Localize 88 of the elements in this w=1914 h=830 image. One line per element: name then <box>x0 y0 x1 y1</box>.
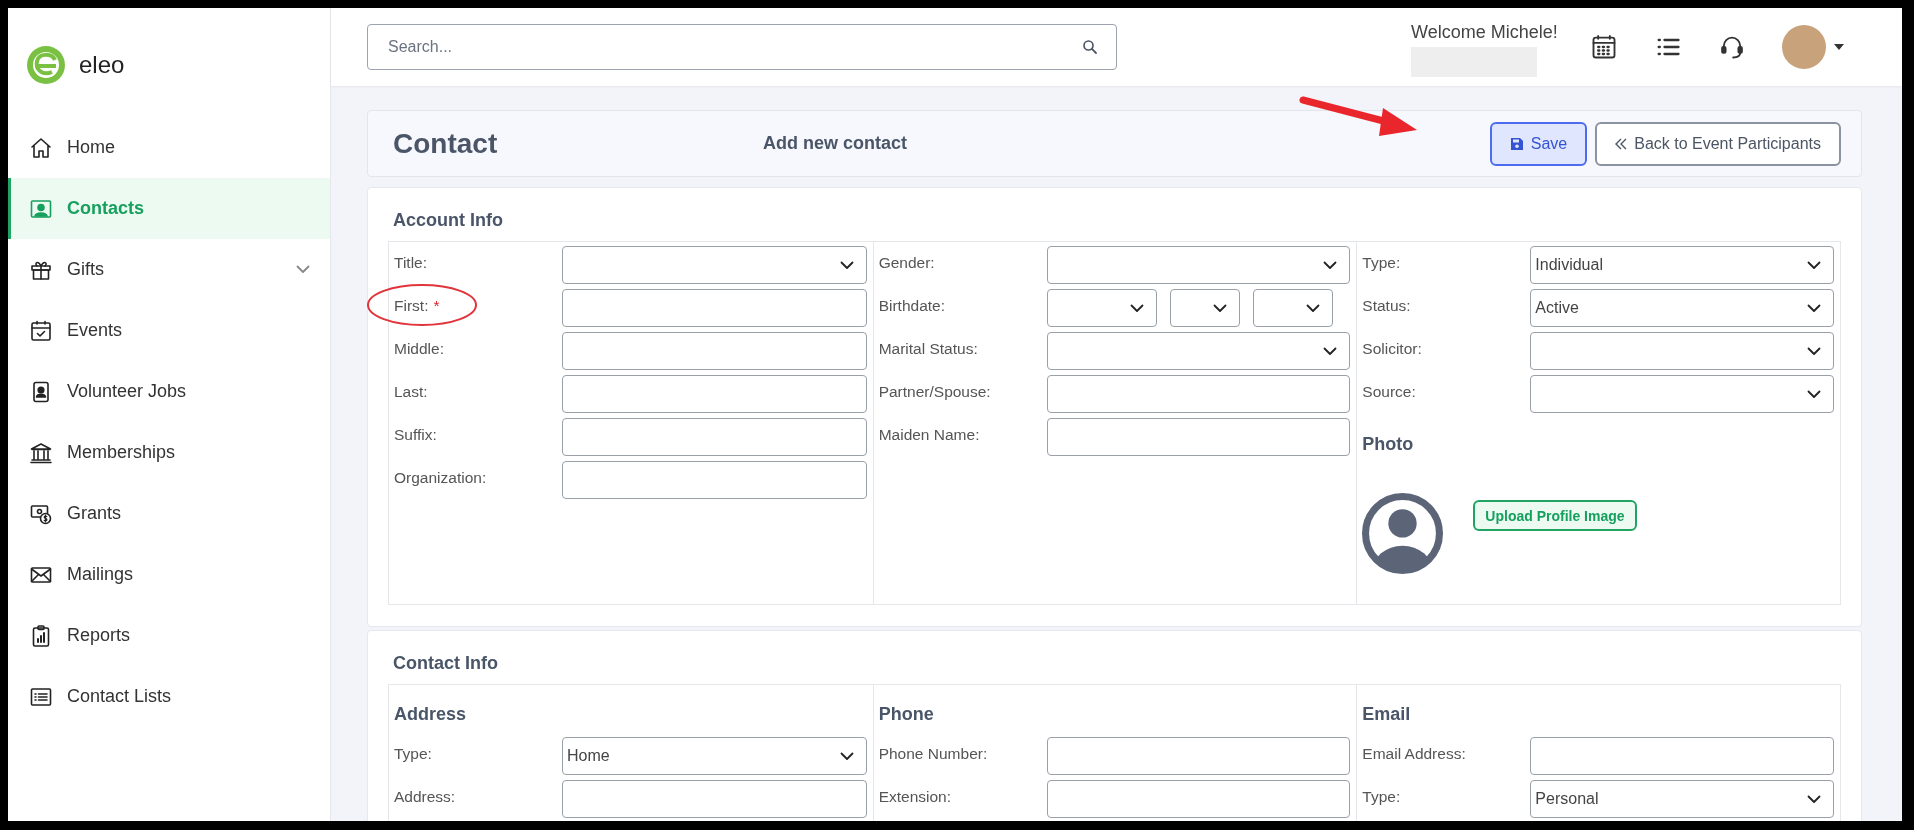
chevron-down-icon <box>839 260 854 270</box>
sidebar-item[interactable]: Contact Lists <box>8 666 330 727</box>
sidebar-item[interactable]: Reports <box>8 605 330 666</box>
save-button[interactable]: Save <box>1489 121 1588 166</box>
sidebar-item[interactable]: Grants <box>8 483 330 544</box>
field-label: Address: <box>394 788 456 806</box>
text-input[interactable] <box>562 332 867 370</box>
field-label: Source: <box>1362 383 1416 401</box>
select-field[interactable] <box>562 246 867 284</box>
avatar[interactable] <box>1781 25 1826 69</box>
double-chevron-left-icon <box>1615 137 1628 150</box>
field-label: Type: <box>394 745 432 763</box>
column-heading: Email <box>1362 704 1412 725</box>
sidebar-item[interactable]: Home <box>8 117 330 178</box>
field-label: Extension: <box>878 788 952 806</box>
select-field[interactable] <box>1530 375 1834 413</box>
column-heading: Address <box>394 704 468 725</box>
page-title: Contact <box>393 127 499 160</box>
field-label: Email Address: <box>1362 745 1466 763</box>
brand-name: eleo <box>79 51 125 79</box>
field-label: Maiden Name: <box>878 426 980 444</box>
text-input[interactable] <box>1046 418 1351 456</box>
chevron-down-icon <box>1212 303 1227 313</box>
field-label: Type: <box>1362 788 1401 806</box>
sidebar-item[interactable]: Gifts <box>8 239 330 300</box>
select-field[interactable]: Active <box>1530 289 1834 327</box>
select-field[interactable] <box>1046 332 1351 370</box>
chevron-down-icon <box>1807 389 1821 399</box>
caret-icon[interactable] <box>1833 44 1844 50</box>
calendar-check-icon <box>29 318 53 343</box>
select-field[interactable] <box>1169 289 1240 327</box>
chevron-down-icon <box>1323 260 1338 270</box>
text-input[interactable] <box>562 418 867 456</box>
field-label: Marital Status: <box>878 340 978 358</box>
user-avatar-icon <box>1362 493 1444 574</box>
select-field[interactable] <box>1252 289 1333 327</box>
field-label: Birthdate: <box>878 297 945 315</box>
field-label: Status: <box>1362 297 1411 315</box>
text-input[interactable] <box>1046 780 1351 818</box>
field-label: Title: <box>394 254 427 272</box>
field-label: Partner/Spouse: <box>878 383 991 401</box>
chevron-down-icon <box>1305 303 1320 313</box>
text-input[interactable] <box>1046 375 1351 413</box>
column-heading: Phone <box>878 704 935 725</box>
page-subtitle: Add new contact <box>763 133 907 154</box>
section-heading: Account Info <box>393 210 504 231</box>
field-label: Suffix: <box>394 426 437 444</box>
field-label: Middle: <box>394 340 444 358</box>
field-label: Organization: <box>394 469 487 487</box>
section-heading: Contact Info <box>393 653 499 674</box>
search-field[interactable]: Search... <box>367 24 1117 70</box>
sidebar-item[interactable]: Mailings <box>8 544 330 605</box>
select-field[interactable] <box>1046 289 1157 327</box>
chevron-down-icon <box>1807 794 1821 804</box>
field-label: Last: <box>394 383 428 401</box>
select-field[interactable]: Individual <box>1530 246 1834 284</box>
select-field[interactable]: Home <box>562 737 867 775</box>
chevron-down-icon <box>839 751 854 761</box>
bank-building-icon <box>29 440 53 465</box>
logo-icon <box>25 44 67 86</box>
chevron-down-icon <box>1807 303 1821 313</box>
select-field[interactable]: Personal <box>1530 780 1834 818</box>
back-button[interactable]: Back to Event Participants <box>1595 121 1841 166</box>
field-label: Phone Number: <box>878 745 988 763</box>
text-input[interactable] <box>562 375 867 413</box>
text-input[interactable] <box>562 461 867 499</box>
text-input[interactable] <box>562 780 867 818</box>
sidebar-item[interactable]: Events <box>8 300 330 361</box>
field-label: Type: <box>1362 254 1401 272</box>
chevron-down-icon <box>1129 303 1144 313</box>
field-label: Solicitor: <box>1362 340 1422 358</box>
search-icon <box>1081 38 1099 56</box>
text-input[interactable] <box>1046 737 1351 775</box>
welcome-text: Welcome Michele! <box>1411 22 1558 43</box>
chevron-down-icon <box>1807 346 1821 356</box>
chevron-down-icon <box>1807 260 1821 270</box>
chevron-down-icon <box>1323 346 1338 356</box>
field-label: First: <box>394 297 429 315</box>
select-field[interactable] <box>1530 332 1834 370</box>
select-field[interactable] <box>1046 246 1351 284</box>
photo-heading: Photo <box>1362 434 1415 455</box>
sidebar-item[interactable]: Volunteer Jobs <box>8 361 330 422</box>
house-icon <box>29 135 53 160</box>
field-label: Gender: <box>878 254 935 272</box>
sidebar-item[interactable]: Memberships <box>8 422 330 483</box>
text-input[interactable] <box>1530 737 1834 775</box>
required-mark: * <box>433 297 440 315</box>
text-input[interactable] <box>562 289 867 327</box>
